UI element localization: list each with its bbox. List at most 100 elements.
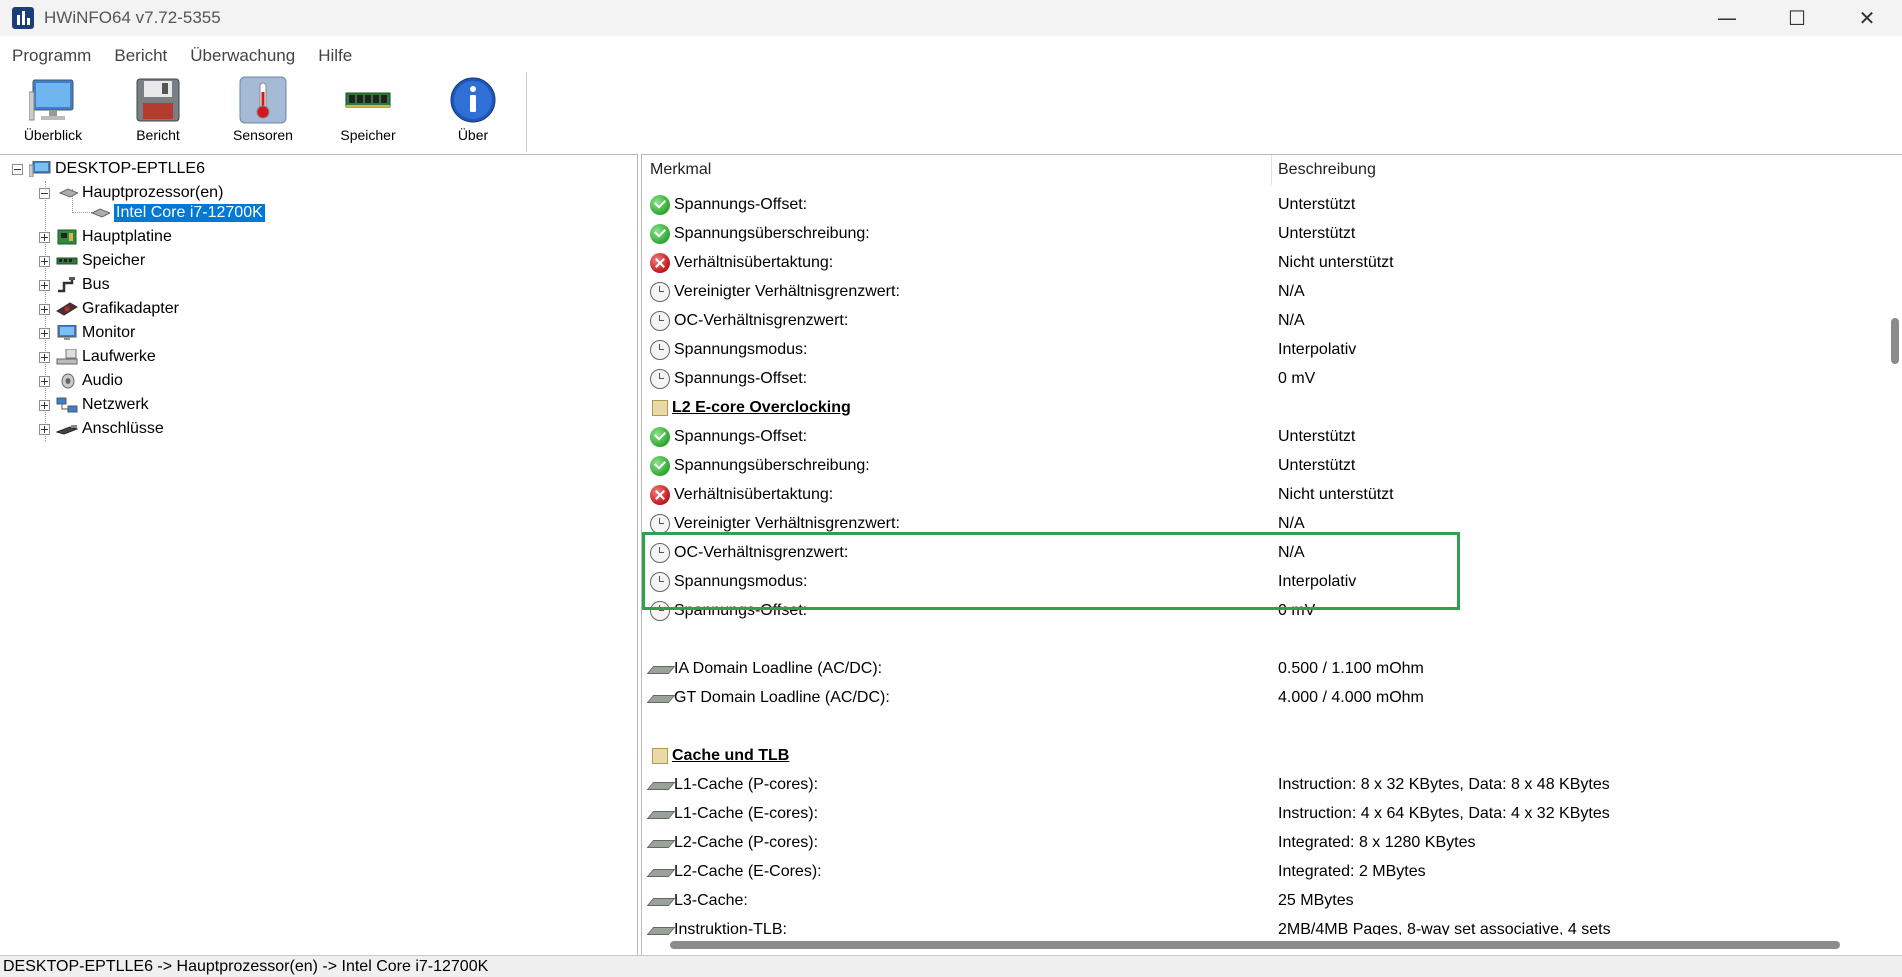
detail-row[interactable]: Spannungsüberschreibung: Unterstützt [642, 219, 1882, 248]
unsupported-cross-icon [650, 484, 670, 505]
tree-root[interactable]: DESKTOP-EPTLLE6 [12, 158, 205, 180]
device-tree[interactable]: DESKTOP-EPTLLE6 Hauptprozessor(en) Intel… [0, 154, 638, 955]
not-available-clock-icon [650, 513, 670, 534]
chip-icon [650, 804, 670, 824]
detail-row[interactable]: L3-Cache: 25 MBytes [642, 886, 1882, 915]
tree-item-processors[interactable]: Hauptprozessor(en) [39, 182, 223, 204]
not-available-clock-icon [650, 368, 670, 389]
menu-ueberwachung[interactable]: Überwachung [178, 46, 306, 66]
supported-check-icon [650, 223, 670, 244]
feature-value: N/A [1278, 311, 1305, 329]
feature-value: 25 MBytes [1278, 891, 1354, 909]
detail-row[interactable]: L2-Cache (E-Cores): Integrated: 2 MBytes [642, 857, 1882, 886]
tree-item-bus[interactable]: Bus [39, 274, 110, 296]
detail-row[interactable]: Spannungsüberschreibung: Unterstützt [642, 451, 1882, 480]
feature-value: Instruction: 4 x 64 KBytes, Data: 4 x 32… [1278, 804, 1610, 822]
tree-item-monitor[interactable]: Monitor [39, 322, 135, 344]
tree-item-label: Anschlüsse [82, 420, 164, 437]
vertical-scroll-thumb[interactable] [1891, 318, 1899, 364]
detail-row[interactable]: Spannungs-Offset: Unterstützt [642, 422, 1882, 451]
menu-hilfe[interactable]: Hilfe [306, 46, 363, 66]
monitor-icon [28, 76, 77, 124]
tree-item-mainboard[interactable]: Hauptplatine [39, 226, 172, 248]
tree-item-label: Hauptprozessor(en) [82, 184, 224, 201]
expand-toggle[interactable] [39, 399, 50, 411]
detail-row[interactable]: Spannungs-Offset: Unterstützt [642, 190, 1882, 219]
detail-row[interactable]: Verhältnisübertaktung: Nicht unterstützt [642, 248, 1882, 277]
section-heading-row[interactable]: L2 E-core Overclocking [642, 393, 1882, 422]
tree-item-ports[interactable]: Anschlüsse [39, 418, 164, 440]
info-icon [449, 76, 497, 124]
about-button[interactable]: Über [428, 76, 518, 150]
expand-toggle[interactable] [39, 423, 50, 435]
horizontal-scrollbar[interactable] [642, 935, 1886, 955]
ram-module-icon [56, 253, 78, 269]
column-header-description[interactable]: Beschreibung [1278, 161, 1376, 185]
detail-row[interactable]: Spannungs-Offset: 0 mV [642, 364, 1882, 393]
vertical-scrollbar[interactable] [1885, 155, 1902, 955]
close-button[interactable]: ✕ [1832, 0, 1902, 36]
expand-toggle[interactable] [39, 303, 50, 315]
title-bar: HWiNFO64 v7.72-5355 — ☐ ✕ [0, 0, 1902, 36]
tree-item-label: Grafikadapter [82, 300, 179, 317]
detail-row[interactable]: L1-Cache (P-cores): Instruction: 8 x 32 K… [642, 770, 1882, 799]
tree-item-drives[interactable]: Laufwerke [39, 346, 156, 368]
tree-item-audio[interactable]: Audio [39, 370, 123, 392]
monitor-icon [56, 324, 78, 341]
detail-row[interactable]: OC-Verhältnisgrenzwert: N/A [642, 306, 1882, 335]
connector-icon [55, 421, 79, 437]
expand-toggle[interactable] [39, 351, 50, 363]
detail-row[interactable] [642, 625, 1882, 654]
detail-row[interactable]: Verhältnisübertaktung: Nicht unterstützt [642, 480, 1882, 509]
bus-icon [56, 277, 78, 293]
feature-value: 4.000 / 4.000 mOhm [1278, 688, 1424, 706]
menu-programm[interactable]: Programm [0, 46, 102, 66]
tree-item-label: Laufwerke [82, 348, 156, 365]
window-title: HWiNFO64 v7.72-5355 [44, 8, 221, 27]
about-label: Über [457, 127, 489, 143]
expand-toggle[interactable] [39, 255, 50, 267]
tree-item-label: Audio [82, 372, 123, 389]
feature-label: Cache und TLB [672, 746, 790, 764]
section-stack-icon [652, 399, 668, 416]
collapse-toggle[interactable] [12, 163, 23, 175]
memory-button[interactable]: Speicher [323, 76, 413, 150]
detail-row[interactable]: Vereinigter Verhältnisgrenzwert: N/A [642, 277, 1882, 306]
supported-check-icon [650, 194, 670, 215]
horizontal-scroll-thumb[interactable] [670, 941, 1840, 949]
tree-item-graphics[interactable]: Grafikadapter [39, 298, 179, 320]
tree-item-network[interactable]: Netzwerk [39, 394, 149, 416]
section-heading-row[interactable]: Cache und TLB [642, 741, 1882, 770]
expand-toggle[interactable] [39, 231, 50, 243]
feature-label: Vereinigter Verhältnisgrenzwert: [674, 514, 900, 532]
detail-row[interactable]: L1-Cache (E-cores): Instruction: 4 x 64 K… [642, 799, 1882, 828]
detail-row[interactable]: L2-Cache (P-cores): Integrated: 8 x 1280 … [642, 828, 1882, 857]
expand-toggle[interactable] [39, 327, 50, 339]
collapse-toggle[interactable] [39, 187, 50, 199]
detail-row[interactable]: IA Domain Loadline (AC/DC): 0.500 / 1.100… [642, 654, 1882, 683]
feature-label: Spannungsüberschreibung: [674, 224, 870, 242]
feature-value: Unterstützt [1278, 224, 1356, 242]
feature-value: 0 mV [1278, 369, 1316, 387]
details-panel[interactable]: Merkmal Beschreibung Spannungs-Offset: Un… [641, 154, 1902, 955]
menu-bericht[interactable]: Bericht [102, 46, 178, 66]
feature-label: L1-Cache (E-cores): [674, 804, 819, 822]
expand-toggle[interactable] [39, 375, 50, 387]
minimize-button[interactable]: — [1692, 0, 1762, 36]
column-divider[interactable] [1271, 155, 1272, 185]
detail-row[interactable] [642, 712, 1882, 741]
tree-item-memory[interactable]: Speicher [39, 250, 145, 272]
detail-row[interactable]: Spannungsmodus: Interpolativ [642, 335, 1882, 364]
ram-module-icon [344, 76, 392, 124]
sensors-button[interactable]: Sensoren [218, 76, 308, 150]
column-header-feature[interactable]: Merkmal [650, 161, 711, 185]
detail-row[interactable]: GT Domain Loadline (AC/DC): 4.000 / 4.000… [642, 683, 1882, 712]
expand-toggle[interactable] [39, 279, 50, 291]
feature-value: N/A [1278, 282, 1305, 300]
report-button[interactable]: Bericht [113, 76, 203, 150]
maximize-button[interactable]: ☐ [1762, 0, 1832, 36]
overview-button[interactable]: Überblick [8, 76, 98, 150]
tree-item-selected-cpu[interactable]: Intel Core i7-12700K [82, 202, 266, 224]
feature-value: 0.500 / 1.100 mOhm [1278, 659, 1424, 677]
network-icon [56, 397, 78, 413]
